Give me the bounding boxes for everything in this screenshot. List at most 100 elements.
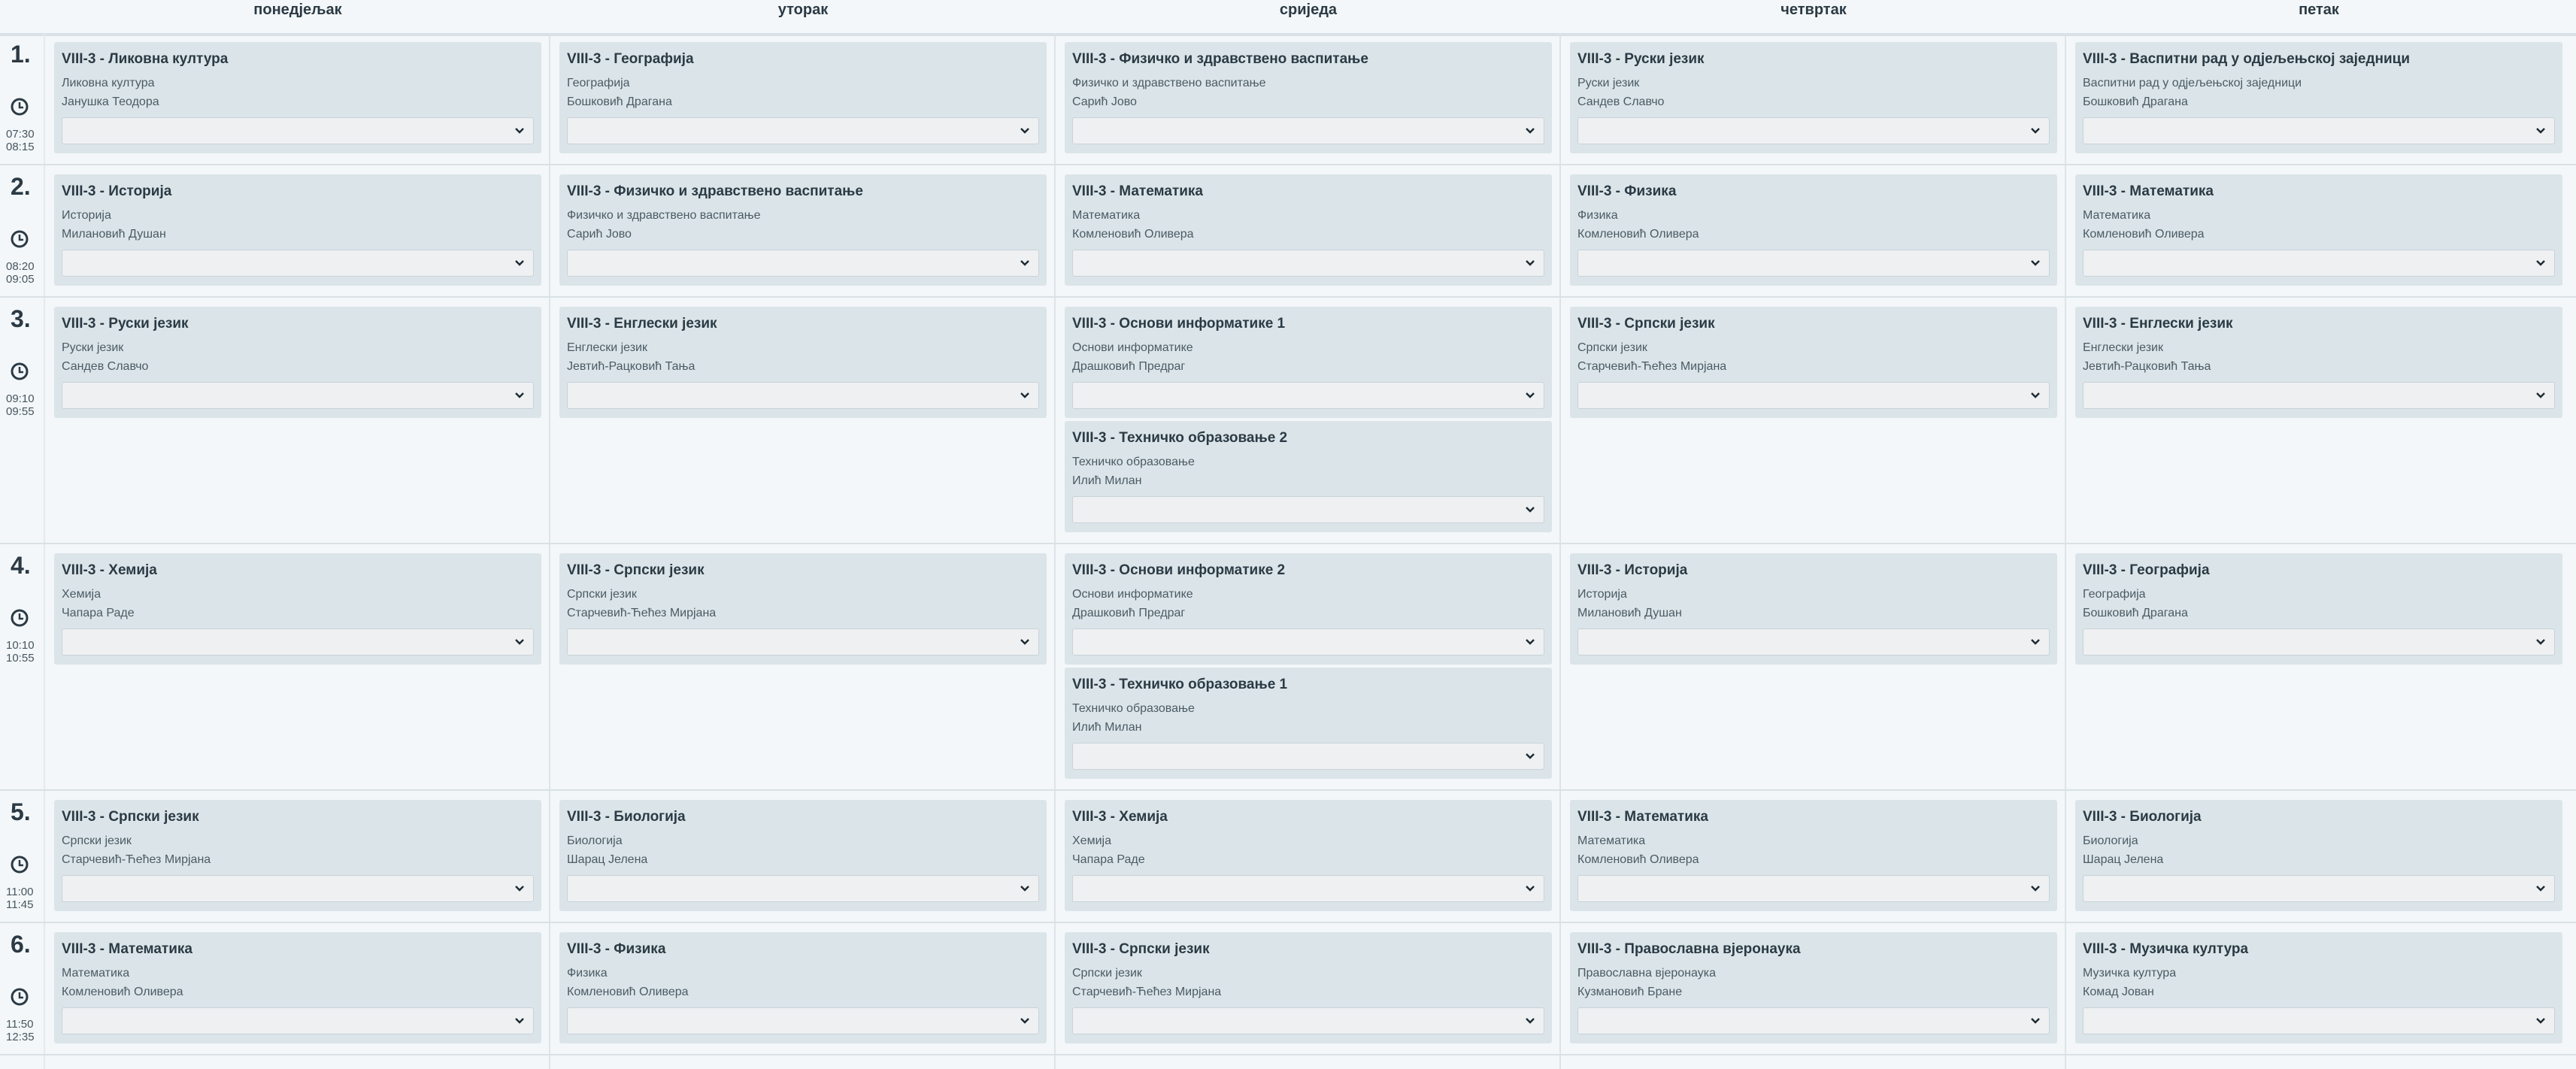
lesson-subject: Православна вјеронаука: [1577, 967, 1716, 980]
period-row: 1. 07:30 08:15 VIII-3 - Ликовна култура Лико…: [0, 33, 2576, 165]
lesson-card[interactable]: VIII-3 - Физичко и здравствено васпитање…: [1065, 42, 1552, 153]
lesson-dropdown[interactable]: [2083, 250, 2555, 277]
lesson-card[interactable]: VIII-3 - Биологија Биологија Шарац Јелена: [2075, 800, 2562, 911]
chevron-down-icon: [1524, 883, 1536, 895]
lesson-card[interactable]: VIII-3 - Српски језик Српски језик Старчев…: [54, 800, 541, 911]
lesson-card[interactable]: VIII-3 - Руски језик Руски језик Сандев Сл…: [54, 307, 541, 418]
chevron-down-icon: [1019, 389, 1031, 401]
lesson-title: VIII-3 - Техничко образовање 1: [1072, 677, 1288, 692]
lesson-title: VIII-3 - Српски језик: [567, 562, 705, 578]
lesson-dropdown[interactable]: [1072, 250, 1544, 277]
period-end-time: 11:45: [6, 898, 34, 911]
chevron-down-icon: [1524, 125, 1536, 137]
lesson-dropdown[interactable]: [567, 875, 1039, 902]
lesson-card[interactable]: VIII-3 - Математика Математика Комленовић …: [1570, 800, 2057, 911]
chevron-down-icon: [2029, 125, 2041, 137]
lesson-card[interactable]: VIII-3 - Физика Физика Комленовић Оливера: [559, 932, 1047, 1043]
lesson-dropdown[interactable]: [1072, 117, 1544, 144]
lesson-title: VIII-3 - Музичка култура: [2083, 941, 2249, 957]
lesson-dropdown[interactable]: [1072, 1007, 1544, 1034]
lesson-dropdown[interactable]: [62, 875, 534, 902]
lesson-subject: Техничко образовање: [1072, 456, 1195, 468]
lesson-card[interactable]: VIII-3 - Историја Историја Милановић Душан: [1570, 553, 2057, 665]
lesson-card[interactable]: VIII-3 - Хемија Хемија Чапара Раде: [1065, 800, 1552, 911]
lesson-dropdown[interactable]: [1577, 1007, 2050, 1034]
lesson-dropdown[interactable]: [1072, 875, 1544, 902]
chevron-down-icon: [1019, 883, 1031, 895]
lesson-title: VIII-3 - Историја: [1577, 562, 1688, 578]
period-label: 5. 11:00 11:45: [0, 791, 45, 922]
lesson-teacher: Комленовић Оливера: [567, 986, 689, 998]
lesson-card[interactable]: VIII-3 - Енглески језик Енглески језик Јев…: [2075, 307, 2562, 418]
lesson-card[interactable]: VIII-3 - Историја Историја Милановић Душан: [54, 174, 541, 286]
lesson-card[interactable]: VIII-3 - Географија Географија Бошковић Др…: [559, 42, 1047, 153]
lesson-teacher: Шарац Јелена: [567, 853, 648, 866]
lesson-subject: Српски језик: [1072, 967, 1142, 980]
lesson-dropdown[interactable]: [2083, 117, 2555, 144]
chevron-down-icon: [514, 636, 526, 648]
lesson-card[interactable]: VIII-3 - Хемија Хемија Чапара Раде: [54, 553, 541, 665]
lesson-card[interactable]: VIII-3 - Васпитни рад у одјељењској заје…: [2075, 42, 2562, 153]
lesson-dropdown[interactable]: [62, 117, 534, 144]
lesson-dropdown[interactable]: [1577, 250, 2050, 277]
lesson-subject: Биологија: [567, 834, 623, 847]
lesson-card[interactable]: VIII-3 - Математика Математика Комленовић …: [54, 932, 541, 1043]
lesson-dropdown[interactable]: [1577, 628, 2050, 656]
lesson-dropdown[interactable]: [567, 382, 1039, 409]
lesson-card[interactable]: VIII-3 - Енглески језик Енглески језик Јев…: [559, 307, 1047, 418]
period-label: 2. 08:20 09:05: [0, 165, 45, 296]
lesson-dropdown[interactable]: [567, 1007, 1039, 1034]
lesson-card[interactable]: VIII-3 - Техничко образовање 1 Техничко о…: [1065, 668, 1552, 779]
lesson-dropdown[interactable]: [2083, 1007, 2555, 1034]
lesson-card[interactable]: VIII-3 - Руски језик Руски језик Сандев Сл…: [1570, 42, 2057, 153]
period-start-time: 11:00: [6, 886, 34, 898]
lesson-dropdown[interactable]: [1577, 875, 2050, 902]
lesson-card[interactable]: VIII-3 - Математика Математика Комленовић …: [1065, 174, 1552, 286]
lesson-dropdown[interactable]: [62, 382, 534, 409]
lesson-dropdown[interactable]: [62, 1007, 534, 1034]
chevron-down-icon: [2535, 389, 2547, 401]
lesson-card[interactable]: VIII-3 - Православна вјеронаука Православ…: [1570, 932, 2057, 1043]
period-label: 4. 10:10 10:55: [0, 544, 45, 789]
chevron-down-icon: [2029, 257, 2041, 269]
lesson-card[interactable]: VIII-3 - Основи информатике 1 Основи инфо…: [1065, 307, 1552, 418]
lesson-card[interactable]: VIII-3 - Српски језик Српски језик Старчев…: [1065, 932, 1552, 1043]
lesson-dropdown[interactable]: [2083, 382, 2555, 409]
lesson-card[interactable]: VIII-3 - Музичка култура Музичка култура К…: [2075, 932, 2562, 1043]
lesson-card[interactable]: VIII-3 - Биологија Биологија Шарац Јелена: [559, 800, 1047, 911]
lesson-dropdown[interactable]: [62, 250, 534, 277]
lesson-dropdown[interactable]: [1072, 496, 1544, 523]
lesson-card[interactable]: VIII-3 - Физичко и здравствено васпитање…: [559, 174, 1047, 286]
lesson-dropdown[interactable]: [62, 628, 534, 656]
period-number: 6.: [11, 931, 31, 958]
lesson-dropdown[interactable]: [567, 250, 1039, 277]
lesson-teacher: Старчевић-Ћећез Мирјана: [567, 607, 717, 619]
lesson-teacher: Комленовић Оливера: [2083, 228, 2205, 241]
lesson-dropdown[interactable]: [1577, 117, 2050, 144]
lesson-title: VIII-3 - Биологија: [2083, 809, 2202, 825]
day-cell: VIII-3 - Хемија Хемија Чапара Раде: [45, 544, 550, 789]
lesson-title: VIII-3 - Основи информатике 1: [1072, 316, 1286, 332]
lesson-dropdown[interactable]: [567, 117, 1039, 144]
day-cell: VIII-3 - Васпитни рад у одјељењској заје…: [2066, 33, 2571, 164]
lesson-dropdown[interactable]: [2083, 875, 2555, 902]
lesson-card[interactable]: VIII-3 - Ликовна култура Ликовна култура Ј…: [54, 42, 541, 153]
period-start-time: 08:20: [6, 260, 35, 273]
lesson-teacher: Комленовић Оливера: [1072, 228, 1194, 241]
lesson-dropdown[interactable]: [1072, 628, 1544, 656]
lesson-card[interactable]: VIII-3 - Основи информатике 2 Основи инфо…: [1065, 553, 1552, 665]
lesson-card[interactable]: VIII-3 - Српски језик Српски језик Старчев…: [559, 553, 1047, 665]
day-cell: VIII-3 - Православна вјеронаука Православ…: [1561, 923, 2066, 1054]
lesson-dropdown[interactable]: [1072, 382, 1544, 409]
lesson-dropdown[interactable]: [2083, 628, 2555, 656]
lesson-card[interactable]: VIII-3 - Географија Географија Бошковић Др…: [2075, 553, 2562, 665]
lesson-card[interactable]: VIII-3 - Српски језик Српски језик Старчев…: [1570, 307, 2057, 418]
lesson-dropdown[interactable]: [567, 628, 1039, 656]
day-cell: VIII-3 - Хемија Хемија Чапара Раде: [1056, 791, 1561, 922]
lesson-dropdown[interactable]: [1072, 743, 1544, 770]
day-cell: VIII-3 - Физика Физика Комленовић Оливера: [550, 923, 1056, 1054]
lesson-card[interactable]: VIII-3 - Математика Математика Комленовић …: [2075, 174, 2562, 286]
lesson-card[interactable]: VIII-3 - Физика Физика Комленовић Оливера: [1570, 174, 2057, 286]
lesson-dropdown[interactable]: [1577, 382, 2050, 409]
lesson-card[interactable]: VIII-3 - Техничко образовање 2 Техничко о…: [1065, 421, 1552, 532]
